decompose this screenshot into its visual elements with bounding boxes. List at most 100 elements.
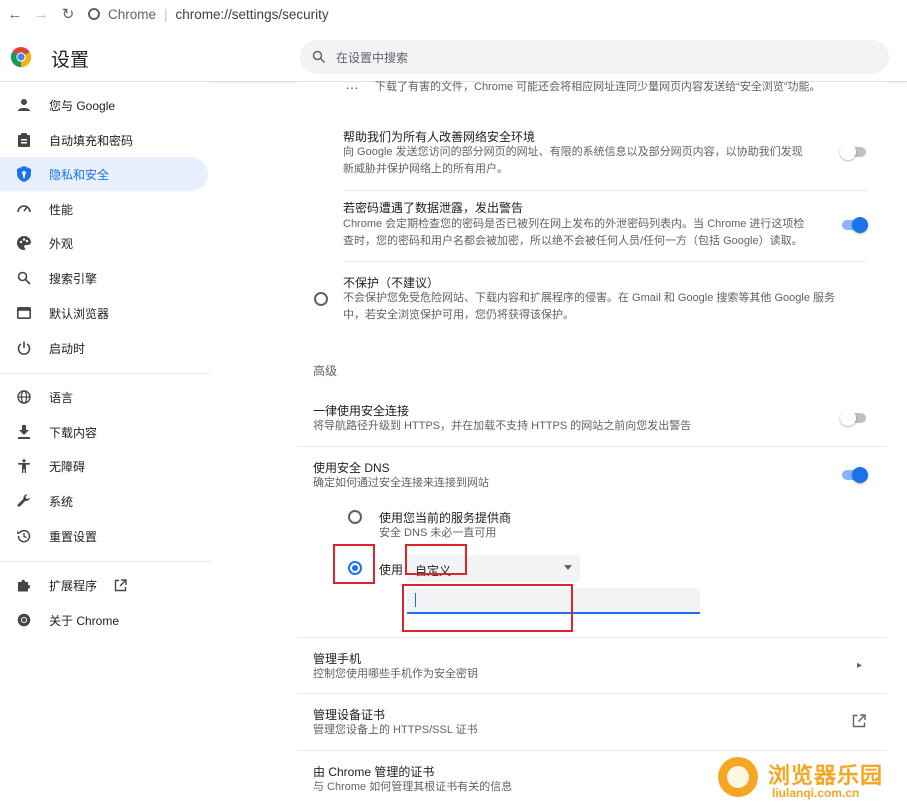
settings-sidebar: 您与 Google 自动填充和密码 隐私和安全 性能 外观 搜索引擎 默认浏览器…: [0, 82, 210, 805]
sidebar-item-privacy-security[interactable]: 隐私和安全: [0, 157, 208, 191]
dropdown-arrow-icon: [564, 565, 572, 570]
manage-certs-title: 管理设备证书: [313, 708, 386, 722]
manage-certs-desc: 管理您设备上的 HTTPS/SSL 证书: [313, 724, 478, 736]
sidebar-item-about-chrome[interactable]: 关于 Chrome: [0, 603, 208, 637]
sidebar-item-autofill[interactable]: 自动填充和密码: [0, 123, 208, 157]
sidebar-item-label: 性能: [49, 202, 74, 217]
sidebar-item-you-and-google[interactable]: 您与 Google: [0, 88, 208, 122]
search-input[interactable]: 在设置中搜索: [336, 49, 408, 66]
search-icon: [16, 270, 32, 286]
improve-security-desc-line2: 新威胁并保护网络上的所有用户。: [343, 163, 508, 175]
sidebar-item-system[interactable]: 系统: [0, 484, 208, 518]
sidebar-item-label: 搜索引擎: [49, 271, 98, 286]
omnibox-separator: |: [164, 6, 168, 22]
annotation-box-radio: [333, 544, 375, 584]
sidebar-item-reset[interactable]: 重置设置: [0, 519, 208, 553]
no-protection-desc-line1: 不会保护您免受危险网站、下载内容和扩展程序的侵害。在 Gmail 和 Googl…: [343, 292, 836, 304]
improve-security-toggle[interactable]: [840, 144, 866, 160]
watermark-url: liulanqi.com.cn: [772, 786, 860, 800]
manage-phones-title: 管理手机: [313, 652, 362, 666]
download-icon: [16, 424, 32, 440]
forward-arrow-icon[interactable]: →: [30, 3, 52, 25]
annotation-box-select: [405, 544, 467, 575]
enhanced-protection-tail-text: 下载了有害的文件，Chrome 可能还会将相应网址连同少量网页内容发送给“安全浏…: [375, 81, 821, 93]
no-protection-radio[interactable]: [314, 292, 328, 306]
password-leak-toggle[interactable]: [840, 217, 868, 233]
row-divider: [297, 446, 887, 447]
chrome-page-icon: [88, 8, 100, 20]
sidebar-item-label: 重置设置: [49, 529, 98, 544]
sidebar-divider: [0, 561, 210, 562]
row-divider: [297, 693, 887, 694]
sidebar-item-label: 自动填充和密码: [49, 133, 134, 148]
sidebar-divider: [0, 373, 210, 374]
dns-current-provider-radio[interactable]: [348, 510, 362, 524]
chevron-right-icon[interactable]: ▸: [857, 660, 862, 671]
improve-security-title: 帮助我们为所有人改善网络安全环境: [343, 130, 536, 144]
chrome-certs-title: 由 Chrome 管理的证书: [313, 765, 435, 779]
annotation-box-input: [402, 584, 573, 632]
row-divider: [297, 637, 887, 638]
sidebar-item-label: 隐私和安全: [49, 167, 110, 182]
sidebar-item-label: 无障碍: [49, 459, 86, 474]
reset-icon: [16, 528, 32, 544]
settings-search[interactable]: 在设置中搜索: [300, 40, 889, 74]
advanced-section-heading: 高级: [313, 364, 338, 378]
dns-custom-label: 使用: [379, 563, 404, 577]
password-leak-desc-line2: 查时，您的密码和用户名都会被加密，所以绝不会被任何人员/任何一方（包括 Goog…: [343, 235, 803, 247]
palette-icon: [16, 235, 32, 251]
always-https-title: 一律使用安全连接: [313, 404, 410, 418]
sidebar-item-languages[interactable]: 语言: [0, 380, 208, 414]
row-divider: [343, 190, 866, 191]
sidebar-item-search-engine[interactable]: 搜索引擎: [0, 261, 208, 295]
sidebar-item-accessibility[interactable]: 无障碍: [0, 449, 208, 483]
search-icon: [312, 50, 326, 64]
manage-phones-desc: 控制您使用哪些手机作为安全密钥: [313, 668, 478, 680]
sidebar-item-downloads[interactable]: 下载内容: [0, 415, 208, 449]
always-https-desc: 将导航路径升级到 HTTPS，并在加载不支持 HTTPS 的网站之前向您发出警告: [313, 420, 692, 432]
sidebar-item-on-startup[interactable]: 启动时: [0, 331, 208, 365]
accessibility-icon: [16, 458, 32, 474]
browser-window-icon: [16, 305, 32, 321]
external-link-icon: [114, 578, 127, 591]
password-leak-title: 若密码遭遇了数据泄露，发出警告: [343, 201, 524, 215]
sidebar-item-label: 关于 Chrome: [49, 613, 120, 628]
row-divider: [297, 750, 887, 751]
secure-dns-toggle[interactable]: [840, 467, 868, 483]
sidebar-item-label: 默认浏览器: [49, 306, 110, 321]
chrome-certs-desc: 与 Chrome 如何管理其根证书有关的信息: [313, 781, 513, 793]
page-title: 设置: [51, 50, 90, 71]
always-https-toggle[interactable]: [840, 410, 866, 426]
site-watermark: 浏览器乐园 liulanqi.com.cn: [718, 755, 898, 801]
back-arrow-icon[interactable]: ←: [4, 3, 26, 25]
person-icon: [16, 97, 32, 113]
no-protection-title: 不保护（不建议）: [343, 276, 440, 290]
power-icon: [16, 340, 32, 356]
chrome-icon: [16, 612, 32, 628]
omnibox-site-label: Chrome: [108, 6, 157, 22]
no-protection-desc-line2: 中，若安全浏览保护可用，您仍将获得该保护。: [343, 309, 574, 321]
external-link-icon[interactable]: [852, 714, 866, 728]
row-divider: [343, 261, 866, 262]
sidebar-item-performance[interactable]: 性能: [0, 192, 208, 226]
sidebar-item-label: 外观: [49, 236, 74, 251]
sidebar-item-label: 语言: [49, 390, 74, 405]
sidebar-item-label: 扩展程序: [49, 578, 98, 593]
dns-current-provider-desc: 安全 DNS 未必一直可用: [379, 527, 497, 539]
wrench-icon: [16, 493, 32, 509]
sidebar-item-appearance[interactable]: 外观: [0, 226, 208, 260]
dns-current-provider-title: 使用您当前的服务提供商: [379, 511, 512, 525]
secure-dns-title: 使用安全 DNS: [313, 461, 390, 475]
omnibox-url[interactable]: chrome://settings/security: [176, 7, 329, 22]
chrome-logo-icon: [11, 47, 31, 67]
settings-main-card: … 下载了有害的文件，Chrome 可能还会将相应网址连同少量网页内容发送给“安…: [297, 76, 887, 805]
reload-icon[interactable]: ↻: [57, 3, 79, 25]
secure-dns-desc: 确定如何通过安全连接来连接到网站: [313, 477, 489, 489]
sidebar-item-extensions[interactable]: 扩展程序: [0, 568, 208, 602]
watermark-logo-icon: [718, 757, 758, 797]
shield-icon: [16, 166, 32, 182]
settings-header: 设置 在设置中搜索: [0, 28, 907, 82]
omnibox[interactable]: Chrome | chrome://settings/security: [88, 2, 329, 26]
sidebar-item-default-browser[interactable]: 默认浏览器: [0, 296, 208, 330]
improve-security-desc-line1: 向 Google 发送您访问的部分网页的网址、有限的系统信息以及部分网页内容，以…: [343, 146, 803, 158]
